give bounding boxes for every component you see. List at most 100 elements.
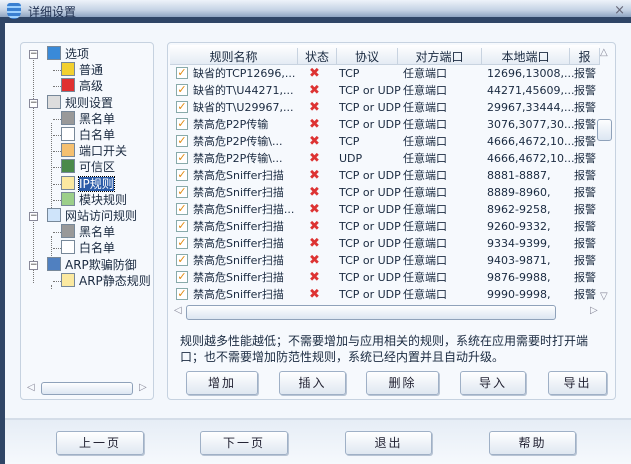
action: 报警 bbox=[574, 67, 596, 80]
table-row[interactable]: ✓ 禁高危Sniffer扫描 ✖ TCP or UDP 任意端口 9334-93… bbox=[171, 235, 599, 252]
scroll-right-icon[interactable]: ▷ bbox=[590, 305, 598, 316]
tree-horizontal-scrollbar[interactable]: ◁ ▷ bbox=[25, 382, 151, 396]
table-horizontal-scrollbar[interactable]: ◁ ▷ bbox=[172, 305, 612, 320]
enable-checkbox[interactable]: ✓ bbox=[176, 186, 188, 198]
scroll-left-icon[interactable]: ◁ bbox=[27, 382, 35, 393]
protocol: TCP or UDP bbox=[339, 169, 401, 182]
tree-item[interactable]: IP规则 bbox=[61, 175, 115, 192]
enable-checkbox[interactable]: ✓ bbox=[176, 67, 188, 79]
tree-item[interactable]: 可信区 bbox=[61, 159, 115, 175]
status-disabled-icon: ✖ bbox=[309, 100, 320, 115]
status-disabled-icon: ✖ bbox=[309, 202, 320, 217]
tree-item[interactable]: 规则设置 bbox=[47, 94, 113, 111]
tree-line bbox=[33, 53, 34, 283]
table-vertical-scrollbar[interactable]: △ ▽ bbox=[597, 47, 613, 307]
column-header[interactable]: 协议 bbox=[337, 48, 398, 64]
enable-checkbox[interactable]: ✓ bbox=[176, 288, 188, 300]
scroll-left-icon[interactable]: ◁ bbox=[174, 305, 182, 316]
shield-icon bbox=[7, 3, 21, 19]
scroll-up-icon[interactable]: △ bbox=[600, 47, 608, 58]
help-button[interactable]: 帮助 bbox=[489, 431, 576, 455]
table-row[interactable]: ✓ 禁高危Sniffer扫描... ✖ TCP or UDP 任意端口 8962… bbox=[171, 201, 599, 218]
scroll-thumb[interactable] bbox=[186, 305, 556, 320]
collapse-toggle[interactable]: − bbox=[29, 212, 38, 221]
enable-checkbox[interactable]: ✓ bbox=[176, 135, 188, 147]
settings-tree: − 选项 普通 高级 − 规则设置 黑名单 白名单 端口开关 可信区 IP规则 模块规则 − 网站访问规则… bbox=[20, 42, 154, 400]
protocol: TCP or UDP bbox=[339, 254, 401, 267]
table-row[interactable]: ✓ 缺省的T\U44271,... ✖ TCP or UDP 任意端口 4427… bbox=[171, 82, 599, 99]
column-header[interactable]: 本地端口 bbox=[482, 48, 570, 64]
rule-name: 禁高危Sniffer扫描 bbox=[193, 271, 284, 284]
table-row[interactable]: ✓ 禁高危P2P传输\... ✖ UDP 任意端口 4666,4672,10..… bbox=[171, 150, 599, 167]
column-header[interactable]: 规则名称 bbox=[170, 48, 298, 64]
tree-item[interactable]: 黑名单 bbox=[61, 110, 115, 127]
table-row[interactable]: ✓ 禁高危Sniffer扫描 ✖ TCP or UDP 任意端口 9876-99… bbox=[171, 269, 599, 286]
enable-checkbox[interactable]: ✓ bbox=[176, 220, 188, 232]
protocol: TCP or UDP bbox=[339, 84, 401, 97]
local-port: 9403-9871, bbox=[487, 254, 551, 267]
tree-item[interactable]: 白名单 bbox=[61, 127, 115, 143]
enable-checkbox[interactable]: ✓ bbox=[176, 118, 188, 130]
enable-checkbox[interactable]: ✓ bbox=[176, 203, 188, 215]
tree-item[interactable]: 白名单 bbox=[61, 240, 115, 256]
tree-item[interactable]: 黑名单 bbox=[61, 224, 115, 240]
add-button[interactable]: 增加 bbox=[186, 371, 258, 395]
enable-checkbox[interactable]: ✓ bbox=[176, 237, 188, 249]
tree-item[interactable]: 选项 bbox=[47, 46, 89, 62]
tree-line bbox=[53, 232, 61, 234]
table-row[interactable]: ✓ 禁高危Sniffer扫描 ✖ TCP or UDP 任意端口 9403-98… bbox=[171, 252, 599, 269]
status-disabled-icon: ✖ bbox=[309, 168, 320, 183]
scroll-down-icon[interactable]: ▽ bbox=[600, 291, 608, 302]
enable-checkbox[interactable]: ✓ bbox=[176, 101, 188, 113]
scroll-thumb[interactable] bbox=[597, 119, 612, 141]
gear-star-icon bbox=[61, 62, 75, 77]
tree-item[interactable]: 普通 bbox=[61, 62, 103, 78]
enable-checkbox[interactable]: ✓ bbox=[176, 254, 188, 266]
insert-button[interactable]: 插入 bbox=[279, 371, 346, 395]
tree-item[interactable]: ARP欺骗防御 bbox=[47, 256, 137, 273]
rule-name: 禁高危Sniffer扫描 bbox=[193, 254, 284, 267]
previous-page-button[interactable]: 上一页 bbox=[56, 431, 144, 455]
tree-item[interactable]: 端口开关 bbox=[61, 143, 127, 159]
exit-button[interactable]: 退出 bbox=[345, 431, 432, 455]
tree-item[interactable]: 模块规则 bbox=[61, 191, 127, 208]
rule-name: 缺省的TCP12696,... bbox=[193, 67, 296, 80]
enable-checkbox[interactable]: ✓ bbox=[176, 271, 188, 283]
action: 报警 bbox=[574, 203, 596, 216]
table-row[interactable]: ✓ 禁高危P2P传输 ✖ TCP or UDP 任意端口 3076,3077,3… bbox=[171, 116, 599, 133]
enable-checkbox[interactable]: ✓ bbox=[176, 152, 188, 164]
scroll-right-icon[interactable]: ▷ bbox=[139, 382, 147, 393]
column-header[interactable]: 报 bbox=[570, 48, 600, 64]
rule-name: 禁高危Sniffer扫描 bbox=[193, 220, 284, 233]
close-button[interactable]: × bbox=[614, 3, 625, 18]
export-button[interactable]: 导出 bbox=[548, 371, 607, 395]
status-disabled-icon: ✖ bbox=[309, 66, 320, 81]
collapse-toggle[interactable]: − bbox=[29, 98, 38, 108]
collapse-toggle[interactable]: − bbox=[29, 50, 38, 59]
table-row[interactable]: ✓ 禁高危Sniffer扫描 ✖ TCP or UDP 任意端口 8889-89… bbox=[171, 184, 599, 201]
table-row[interactable]: ✓ 禁高危Sniffer扫描 ✖ TCP or UDP 任意端口 9260-93… bbox=[171, 218, 599, 235]
column-header[interactable]: 状态 bbox=[298, 48, 337, 64]
table-row[interactable]: ✓ 禁高危Sniffer扫描 ✖ TCP or UDP 任意端口 9990-99… bbox=[171, 286, 599, 303]
enable-checkbox[interactable]: ✓ bbox=[176, 84, 188, 96]
tree-item[interactable]: 网站访问规则 bbox=[47, 208, 137, 224]
action: 报警 bbox=[574, 152, 596, 165]
scroll-thumb[interactable] bbox=[41, 382, 133, 395]
delete-button[interactable]: 删除 bbox=[366, 371, 439, 395]
enable-checkbox[interactable]: ✓ bbox=[176, 169, 188, 181]
table-row[interactable]: ✓ 禁高危P2P传输\... ✖ TCP 任意端口 4666,4672,10..… bbox=[171, 133, 599, 150]
tree-item[interactable]: ARP静态规则 bbox=[61, 272, 151, 289]
import-button[interactable]: 导入 bbox=[460, 371, 526, 395]
next-page-button[interactable]: 下一页 bbox=[200, 431, 288, 455]
collapse-toggle[interactable]: − bbox=[29, 260, 38, 270]
gear-red-star-icon bbox=[61, 78, 75, 93]
status-disabled-icon: ✖ bbox=[309, 134, 320, 149]
action: 报警 bbox=[574, 101, 596, 114]
table-row[interactable]: ✓ 缺省的TCP12696,... ✖ TCP 任意端口 12696,13008… bbox=[171, 65, 599, 82]
local-port: 9334-9399, bbox=[487, 237, 551, 250]
status-disabled-icon: ✖ bbox=[309, 83, 320, 98]
tree-item[interactable]: 高级 bbox=[61, 78, 103, 94]
table-row[interactable]: ✓ 缺省的T\U29967,... ✖ TCP or UDP 任意端口 2996… bbox=[171, 99, 599, 116]
column-header[interactable]: 对方端口 bbox=[398, 48, 482, 64]
table-row[interactable]: ✓ 禁高危Sniffer扫描 ✖ TCP or UDP 任意端口 8881-88… bbox=[171, 167, 599, 184]
